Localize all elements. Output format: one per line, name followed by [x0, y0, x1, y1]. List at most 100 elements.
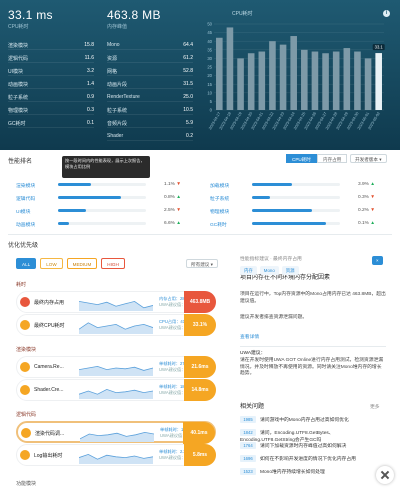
chevron-down-icon: ▾: [210, 262, 213, 267]
related-item[interactable]: 1696 如何在不影响开发进度的情况下优化内存占用: [240, 455, 386, 465]
issue-card[interactable]: 渲染代码调... 单帧耗时：118.2 UWA建议值：50 40.1ms: [16, 421, 216, 444]
related-item[interactable]: 1842 请问，Encoding.UTF8.GetBytes、Encoding.U…: [240, 429, 386, 443]
module-share-fill: [58, 196, 122, 199]
cpu-bar[interactable]: [375, 53, 382, 110]
detail-link[interactable]: 查看详情: [240, 334, 259, 341]
cpu-bar[interactable]: [269, 41, 276, 111]
priority-dot-icon: [21, 428, 31, 438]
issue-filter-dropdown[interactable]: 所有建议 ▾: [186, 259, 218, 268]
sparkline-area: [79, 389, 153, 399]
y-tick-label: 40: [207, 39, 212, 44]
tag-memory[interactable]: 内存: [240, 266, 257, 275]
version-dropdown[interactable]: 开发者版本 ▾: [350, 154, 387, 163]
issue-card[interactable]: 最终内存占用 内存占用：287.3 UWA建议值：1x 463.8MB: [16, 291, 216, 313]
module-share-fill: [58, 222, 69, 225]
stat-label: GC耗时: [8, 121, 26, 127]
issue-value-badge: 21.6ms: [184, 356, 216, 378]
module-change-value: 6.6%: [164, 221, 175, 226]
cpu-bar[interactable]: [343, 48, 351, 110]
cpu-stat-row: 逻辑代码 11.6: [8, 53, 94, 63]
filter-all[interactable]: ALL: [16, 258, 37, 269]
cpu-bar[interactable]: [332, 51, 340, 110]
tab-cpu[interactable]: CPU耗时: [286, 154, 317, 163]
module-row[interactable]: UI模块 2.5% ▼: [16, 206, 194, 215]
cpu-bar[interactable]: [364, 58, 372, 110]
cpu-bar[interactable]: [279, 44, 287, 110]
tag-mono[interactable]: Mono: [259, 266, 279, 275]
cpu-label: CPU耗时: [8, 24, 29, 30]
stat-label: 网格: [107, 69, 118, 75]
module-row[interactable]: 动画模块 6.6% ▲: [16, 219, 194, 228]
advice-text: 请在开发时使用UWA GOT Online进行内存占用测试，检测资源泄漏情况，并…: [240, 358, 384, 376]
tag-asset[interactable]: 资源: [281, 266, 299, 275]
y-tick-label: 20: [207, 73, 212, 78]
close-float-button[interactable]: [376, 466, 394, 484]
cpu-bar[interactable]: [247, 53, 255, 110]
more-group-title: 功能模块: [16, 481, 37, 487]
issue-name: 最终内存占用: [34, 300, 65, 306]
stat-value: 0.1: [87, 120, 94, 126]
stat-label: 动画模块: [8, 82, 29, 88]
module-change: 2.5% ▼: [164, 208, 181, 213]
cpu-bar[interactable]: [322, 53, 329, 110]
issue-name: Shader.Cre...: [34, 387, 64, 393]
stat-label: Shader: [107, 133, 124, 139]
module-row[interactable]: 物理模块 0.2% ▼: [210, 206, 388, 215]
issue-card[interactable]: Log输出耗时 单帧耗时：2.2 UWA建议值：1x 5.8ms: [16, 444, 216, 466]
cpu-bar[interactable]: [311, 51, 319, 110]
module-name: UI模块: [16, 210, 31, 215]
detail-breadcrumb: 性能指标建议 · 最终内存占用: [240, 257, 302, 262]
issue-card[interactable]: Camera.Re... 单帧耗时：27.4 UWA建议值：1x 21.6ms: [16, 356, 216, 378]
issue-name: Camera.Re...: [34, 364, 64, 370]
module-row[interactable]: 渲染模块 1.1% ▼: [16, 180, 194, 189]
y-tick-label: 25: [207, 65, 212, 70]
close-detail-button[interactable]: ×: [372, 256, 383, 265]
cpu-stat-row: UI模块 3.2: [8, 66, 94, 76]
cpu-bar[interactable]: [237, 58, 244, 110]
cpu-bar[interactable]: [226, 27, 234, 110]
cpu-bar[interactable]: [301, 49, 308, 110]
filter-low[interactable]: LOW: [40, 258, 63, 269]
stat-label: 渲染模块: [8, 43, 29, 49]
module-change-value: 3.9%: [358, 182, 369, 187]
cpu-bar[interactable]: [290, 36, 297, 110]
related-item[interactable]: 1523 Mono堆内存持续增长如何处理: [240, 468, 386, 478]
cpu-bar[interactable]: [258, 51, 266, 110]
module-row[interactable]: 加载模块 3.9% ▲: [210, 180, 388, 189]
stat-value: 1.4: [87, 81, 94, 87]
memory-stat-row: Shader 0.2: [107, 131, 193, 141]
module-row[interactable]: 粒子系统 0.3% ▼: [210, 193, 388, 202]
related-more-link[interactable]: 更多: [370, 404, 380, 411]
related-item[interactable]: 1985 请问游戏中的Mono内存占用过高如何优化: [240, 416, 386, 426]
related-item[interactable]: 1764 请问下加载资源时内存峰值过高如何解决: [240, 442, 386, 452]
module-row[interactable]: GC耗时 0.1% ▲: [210, 219, 388, 228]
issue-card[interactable]: 最终CPU耗时 CPU占用：41.5% UWA建议值：40% 33.1%: [16, 314, 216, 336]
issue-sparkline: [79, 365, 153, 376]
memory-value: 463.8 MB: [107, 8, 161, 22]
module-share-fill: [58, 183, 92, 186]
stat-label: UI模块: [8, 69, 24, 75]
stat-value: 64.4: [183, 42, 193, 48]
memory-stat-row: Mono 64.4: [107, 40, 193, 50]
filter-high[interactable]: HIGH: [101, 258, 125, 269]
filter-medium[interactable]: MEDIUM: [66, 258, 98, 269]
arrow-down-icon: ▼: [370, 195, 376, 200]
stat-label: 动画片段: [107, 82, 128, 88]
info-icon[interactable]: i: [383, 10, 390, 17]
module-change-value: 2.5%: [164, 208, 175, 213]
cpu-bar[interactable]: [354, 51, 361, 110]
tab-memory[interactable]: 内存占用: [316, 154, 348, 163]
y-tick-label: 10: [207, 90, 212, 95]
stat-label: 物理模块: [8, 108, 29, 114]
advice-title: UWA建议：: [240, 351, 266, 356]
module-tooltip: 按一段时间内的性能表现，展示上次报告，模块占用比例: [62, 156, 150, 178]
module-share-bar: [58, 196, 146, 199]
module-row[interactable]: 逻辑代码 0.8% ▲: [16, 193, 194, 202]
arrow-up-icon: ▲: [370, 182, 376, 187]
issue-card[interactable]: Shader.Cre... 单帧耗时：18.6 UWA建议值：1x 14.8ms: [16, 379, 216, 401]
cpu-bar[interactable]: [216, 37, 223, 110]
priority-dot-icon: [20, 297, 30, 307]
issue-name: 渲染代码调...: [35, 431, 65, 437]
cpu-value: 33.1 ms: [8, 8, 53, 22]
y-tick-label: 5: [210, 99, 213, 104]
